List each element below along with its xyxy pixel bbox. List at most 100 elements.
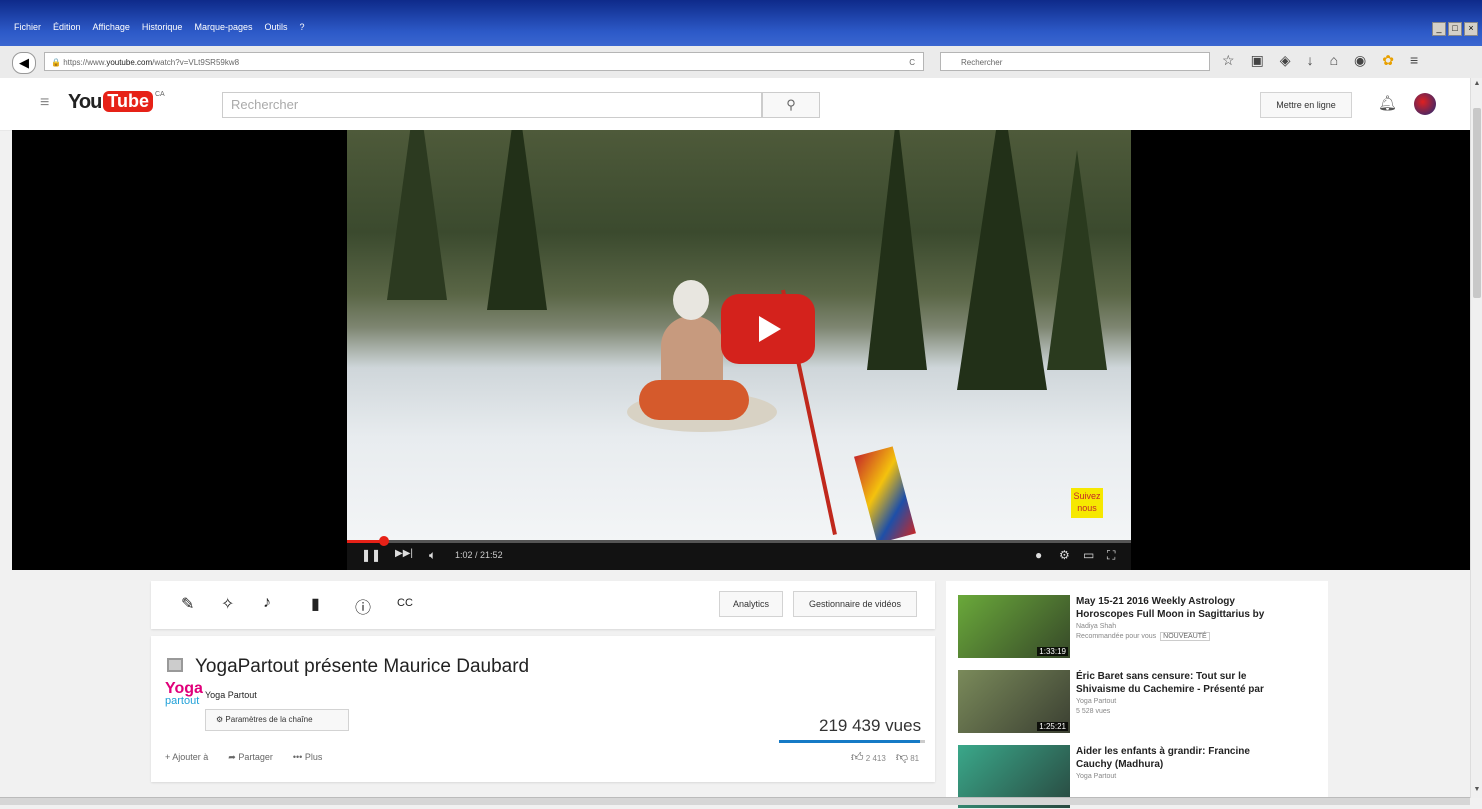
- recommendation-item[interactable]: 1:33:19 May 15-21 2016 Weekly Astrology …: [958, 595, 1328, 659]
- country-code: CA: [154, 91, 165, 98]
- logo-you: You: [68, 91, 102, 113]
- video-info-panel: YogaPartout présente Maurice Daubard Yog…: [151, 636, 935, 782]
- scroll-down-icon[interactable]: ▼: [1472, 786, 1482, 796]
- recommendations-sidebar: 1:33:19 May 15-21 2016 Weekly Astrology …: [946, 581, 1328, 808]
- search-button[interactable]: ⚲: [762, 92, 820, 118]
- star-icon[interactable]: ☆: [1222, 52, 1235, 69]
- bookmarks-icon[interactable]: ▣: [1251, 52, 1264, 69]
- add-to-button[interactable]: + Ajouter à: [165, 752, 208, 763]
- video-thumbnail[interactable]: 1:33:19: [958, 595, 1070, 658]
- logo-tube: Tube: [103, 91, 153, 112]
- scrollbar-thumb[interactable]: [1473, 108, 1481, 298]
- youtube-search-placeholder: Rechercher: [231, 97, 299, 112]
- channel-name[interactable]: Yoga Partout: [205, 690, 257, 700]
- recommendation-title[interactable]: Éric Baret sans censure: Tout sur le Shi…: [1076, 670, 1276, 696]
- menu-marque-pages[interactable]: Marque-pages: [194, 22, 252, 32]
- minimize-button[interactable]: _: [1432, 22, 1446, 36]
- video-actions: + Ajouter à ➦ Partager ••• Plus: [165, 752, 322, 763]
- menu-help[interactable]: ?: [300, 22, 305, 32]
- browser-search-placeholder: Rechercher: [961, 58, 1003, 67]
- channel-settings-button[interactable]: ⚙ Paramètres de la chaîne: [205, 709, 349, 731]
- tree-shape: [487, 130, 547, 310]
- menu-list: Fichier Édition Affichage Historique Mar…: [14, 22, 305, 32]
- progress-knob[interactable]: [378, 536, 389, 546]
- video-thumbnail[interactable]: 1:25:21: [958, 670, 1070, 733]
- annotations-icon[interactable]: ●: [1035, 548, 1042, 562]
- thumbnail-duration: 1:25:21: [1037, 722, 1068, 731]
- reload-icon[interactable]: C: [909, 53, 915, 72]
- download-icon[interactable]: ↓: [1307, 52, 1314, 69]
- menu-fichier[interactable]: Fichier: [14, 22, 41, 32]
- menu-affichage[interactable]: Affichage: [93, 22, 130, 32]
- recommendation-channel: Yoga Partout: [1076, 698, 1117, 705]
- next-icon[interactable]: ▶▶|: [395, 548, 413, 559]
- share-button[interactable]: ➦ Partager: [228, 752, 273, 763]
- more-button[interactable]: ••• Plus: [293, 752, 322, 763]
- channel-logo-partout: partout: [165, 695, 200, 707]
- upload-button[interactable]: Mettre en ligne: [1260, 92, 1352, 118]
- youtube-logo[interactable]: You Tube CA: [68, 91, 165, 114]
- menu-edition[interactable]: Édition: [53, 22, 81, 32]
- recommendation-item[interactable]: 1:25:21 Éric Baret sans censure: Tout su…: [958, 670, 1328, 734]
- lock-icon: 🔒: [51, 58, 64, 67]
- maximize-button[interactable]: □: [1448, 22, 1462, 36]
- analytics-button[interactable]: Analytics: [719, 591, 783, 617]
- video-manager-button[interactable]: Gestionnaire de vidéos: [793, 591, 917, 617]
- follow-overlay[interactable]: Suivez nous: [1071, 488, 1103, 518]
- like-count: 2 413: [865, 754, 886, 763]
- dislike-button[interactable]: 👎︎ 81: [896, 750, 919, 765]
- tree-shape: [1047, 150, 1107, 370]
- timecode: 1:02 / 21:52: [455, 550, 503, 560]
- close-button[interactable]: ×: [1464, 22, 1478, 36]
- video-frame[interactable]: Suivez nous: [347, 130, 1131, 540]
- recommendation-title[interactable]: Aider les enfants à grandir: Francine Ca…: [1076, 745, 1276, 771]
- tree-shape: [867, 130, 927, 370]
- notifications-bell-icon[interactable]: 🔔︎: [1378, 94, 1397, 112]
- menu-historique[interactable]: Historique: [142, 22, 183, 32]
- back-button[interactable]: ◀: [12, 52, 36, 74]
- menu-icon[interactable]: ≡: [1410, 52, 1418, 69]
- youtube-header: ≡ You Tube CA Rechercher ⚲ Mettre en lig…: [0, 78, 1470, 131]
- browser-search-input[interactable]: Rechercher: [940, 52, 1210, 71]
- thumbs-up-icon: 👍︎: [851, 750, 864, 764]
- fullscreen-icon[interactable]: ⛶: [1107, 548, 1115, 563]
- subtitles-cc-icon[interactable]: CC: [397, 597, 413, 609]
- enhance-wand-icon[interactable]: ✧: [221, 594, 234, 614]
- volume-icon[interactable]: 🔈︎: [429, 548, 436, 563]
- thumbnail-duration: 1:33:19: [1037, 647, 1068, 656]
- browser-toolbar-icons: ☆ ▣ ◈ ↓ ⌂ ◉ ✿ ≡: [1222, 52, 1418, 69]
- scroll-up-icon[interactable]: ▲: [1472, 80, 1482, 90]
- settings-gear-icon[interactable]: ⚙: [1059, 548, 1070, 562]
- search-icon: ⚲: [786, 97, 796, 112]
- theater-mode-icon[interactable]: ▭: [1083, 548, 1094, 562]
- prayer-flag: [854, 446, 916, 540]
- pocket-icon[interactable]: ◈: [1280, 52, 1291, 69]
- play-button[interactable]: [721, 294, 815, 364]
- guide-menu-icon[interactable]: ≡: [40, 94, 49, 112]
- annotations-bubble-icon[interactable]: ▮: [311, 594, 320, 614]
- recommendation-title[interactable]: May 15-21 2016 Weekly Astrology Horoscop…: [1076, 595, 1276, 621]
- time-current: 1:02: [455, 550, 473, 560]
- add-to-label: Ajouter à: [172, 752, 209, 762]
- like-button[interactable]: 👍︎ 2 413: [851, 750, 886, 765]
- url-bar[interactable]: 🔒 https://www.youtube.com/watch?v=VLt9SR…: [44, 52, 924, 71]
- like-ratio-bar: [779, 740, 925, 743]
- channel-logo-yoga: Yoga: [165, 680, 203, 697]
- avatar[interactable]: [1414, 93, 1436, 115]
- recommendation-channel: Yoga Partout: [1076, 773, 1117, 780]
- pause-icon[interactable]: ❚❚: [361, 548, 381, 562]
- info-icon[interactable]: ⓘ: [355, 594, 371, 618]
- menu-outils[interactable]: Outils: [265, 22, 288, 32]
- like-ratio-fill: [779, 740, 921, 743]
- page-scrollbar[interactable]: ▲ ▼: [1470, 78, 1482, 798]
- addon-icon[interactable]: ✿: [1382, 52, 1394, 69]
- recommendation-meta: Recommandée pour vous NOUVEAUTÉ: [1076, 632, 1210, 641]
- progress-bar[interactable]: [347, 536, 1131, 546]
- edit-pencil-icon[interactable]: ✎: [181, 594, 194, 614]
- youtube-search-input[interactable]: Rechercher: [222, 92, 762, 118]
- home-icon[interactable]: ⌂: [1330, 52, 1338, 69]
- recommendation-meta: 5 528 vues: [1076, 708, 1111, 715]
- channel-logo[interactable]: Yoga partout: [165, 680, 203, 726]
- audio-note-icon[interactable]: ♪: [263, 594, 271, 612]
- chat-icon[interactable]: ◉: [1354, 52, 1366, 69]
